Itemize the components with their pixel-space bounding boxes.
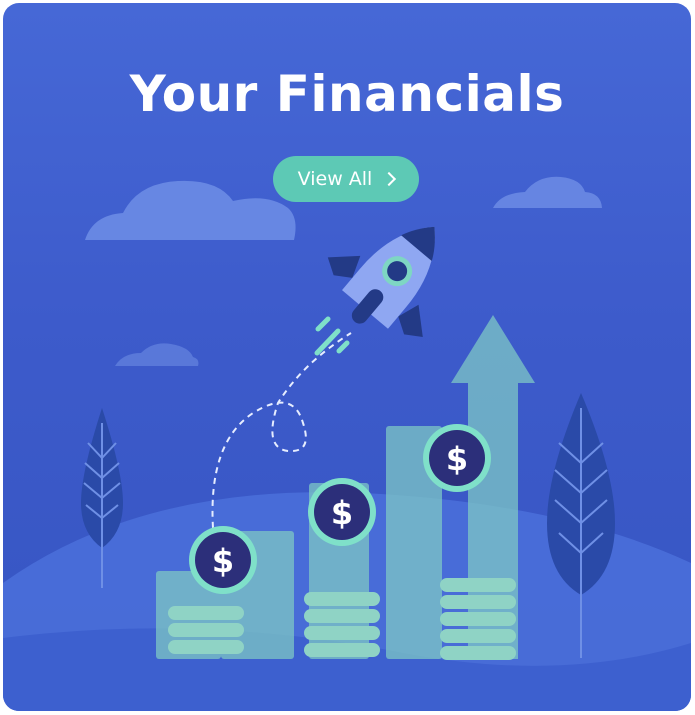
- coin-symbol: $: [331, 494, 353, 532]
- cloud-icon: [493, 176, 602, 208]
- financials-card: $ $ $ Your Financials View All: [3, 3, 691, 711]
- dollar-coin-icon: $: [189, 526, 257, 594]
- cloud-icon: [115, 343, 199, 366]
- cloud-icon: [85, 180, 296, 240]
- coin-stack-icon: [440, 578, 516, 660]
- dollar-coin-icon: $: [308, 478, 376, 546]
- view-all-button[interactable]: View All: [273, 156, 419, 202]
- view-all-label: View All: [297, 168, 373, 190]
- dollar-coin-icon: $: [423, 424, 491, 492]
- speed-lines: [314, 316, 350, 356]
- page-title: Your Financials: [129, 65, 565, 123]
- coin-symbol: $: [212, 542, 234, 580]
- chevron-right-icon: [382, 171, 397, 187]
- coin-symbol: $: [446, 440, 468, 478]
- coin-stack-icon: [168, 606, 244, 654]
